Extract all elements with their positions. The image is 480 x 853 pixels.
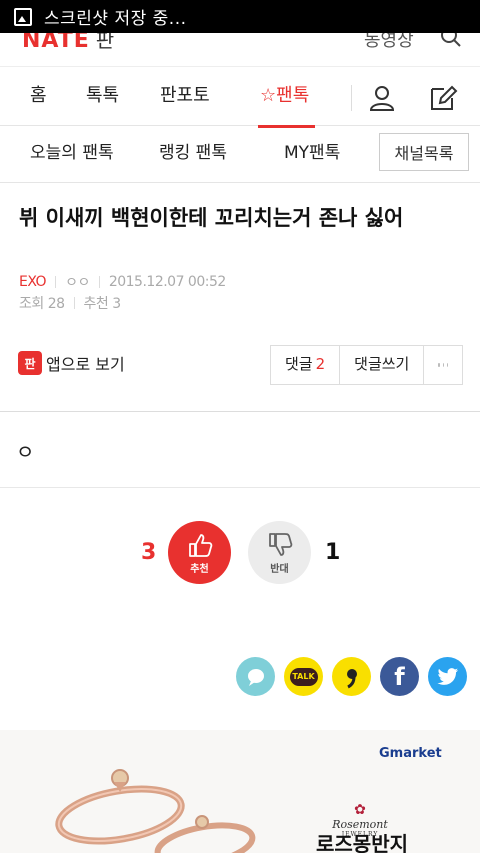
twitter-share-button[interactable] (428, 657, 467, 696)
comment-button-group: 댓글 2 댓글쓰기 (270, 345, 464, 385)
downvote-button[interactable]: 반대 (248, 521, 311, 584)
separator (73, 297, 75, 309)
main-nav: 홈 톡톡 판포토 ☆팬톡 (0, 66, 480, 128)
more-icon-dot (442, 363, 445, 367)
kakao-story-icon (247, 668, 264, 686)
author: ㅇㅇ (65, 275, 90, 291)
comments-count: 2 (315, 355, 326, 373)
kakao-page-share-button[interactable] (332, 657, 371, 696)
sub-nav: 오늘의 팬톡 랭킹 팬톡 MY팬톡 채널목록 (0, 126, 480, 183)
article-meta: EXO ㅇㅇ 2015.12.07 00:52 (19, 272, 226, 292)
pann-app-icon: 판 (18, 351, 42, 375)
more-options-button[interactable] (424, 346, 463, 384)
recommend-count: 추천 3 (83, 296, 122, 312)
category-link[interactable]: EXO (19, 274, 47, 290)
upvote-label: 추천 (190, 563, 209, 575)
status-text: 스크린샷 저장 중... (44, 9, 187, 29)
more-icon-dot (438, 363, 440, 367)
kakao-talk-label: TALK (292, 672, 315, 681)
ring-image (55, 769, 256, 853)
facebook-icon: f (394, 662, 405, 691)
comma-icon (346, 668, 357, 688)
comments-label: 댓글 (285, 355, 313, 373)
kakao-talk-share-button[interactable]: TALK (284, 657, 323, 696)
user-icon[interactable] (367, 83, 397, 113)
ad-title: 로즈몽반지 (316, 832, 408, 853)
image-icon (14, 7, 32, 26)
nav-divider (351, 85, 352, 111)
kakao-talk-icon: TALK (289, 667, 318, 686)
separator (55, 276, 57, 288)
thumbs-up-icon (188, 533, 212, 557)
status-bar: 스크린샷 저장 중... (0, 0, 480, 33)
twitter-bird-icon (436, 667, 458, 685)
more-icon-dot (447, 363, 449, 367)
upvote-count: 3 (141, 540, 157, 565)
write-comment-button[interactable]: 댓글쓰기 (340, 346, 425, 384)
content-divider (0, 411, 480, 412)
nav-fantalk-label: 팬톡 (276, 85, 310, 106)
post-datetime: 2015.12.07 00:52 (108, 274, 226, 290)
downvote-count: 1 (325, 540, 341, 565)
view-count: 조회 28 (19, 296, 65, 312)
rose-icon: ✿ (354, 802, 366, 818)
nav-toktok[interactable]: 톡톡 (86, 67, 119, 127)
article-title: 뷔 이새끼 백현이한테 꼬리치는거 존나 싫어 (19, 206, 404, 230)
nav-fantalk[interactable]: ☆팬톡 (257, 67, 316, 128)
upvote-button[interactable]: 추천 (168, 521, 231, 584)
nav-panphoto[interactable]: 판포토 (160, 67, 210, 127)
comments-button[interactable]: 댓글 2 (271, 346, 341, 384)
app-view-label: 앱으로 보기 (46, 355, 125, 374)
facebook-share-button[interactable]: f (380, 657, 419, 696)
nav-home[interactable]: 홈 (30, 67, 47, 127)
article-stats: 조회 28 추천 3 (19, 293, 121, 313)
article-body: ㅇ (16, 440, 35, 464)
ad-banner[interactable]: Gmarket ✿ Rosemont JEWELRY 로즈몽반지 (0, 730, 480, 853)
thumbs-down-icon (268, 532, 292, 556)
sub-today-fantalk[interactable]: 오늘의 팬톡 (30, 126, 114, 180)
downvote-label: 반대 (270, 563, 289, 575)
write-icon[interactable] (428, 83, 458, 113)
star-icon: ☆ (260, 85, 277, 106)
gmarket-logo: Gmarket (379, 746, 442, 761)
channel-list-button[interactable]: 채널목록 (379, 133, 469, 171)
app-view-link[interactable]: 판 앱으로 보기 (18, 351, 125, 375)
sub-my-fantalk[interactable]: MY팬톡 (284, 126, 340, 180)
gmarket-text: Gmarket (379, 746, 442, 761)
kakao-story-share-button[interactable] (236, 657, 275, 696)
sub-ranking-fantalk[interactable]: 랭킹 팬톡 (159, 126, 227, 180)
content-divider (0, 487, 480, 488)
separator (98, 276, 100, 288)
